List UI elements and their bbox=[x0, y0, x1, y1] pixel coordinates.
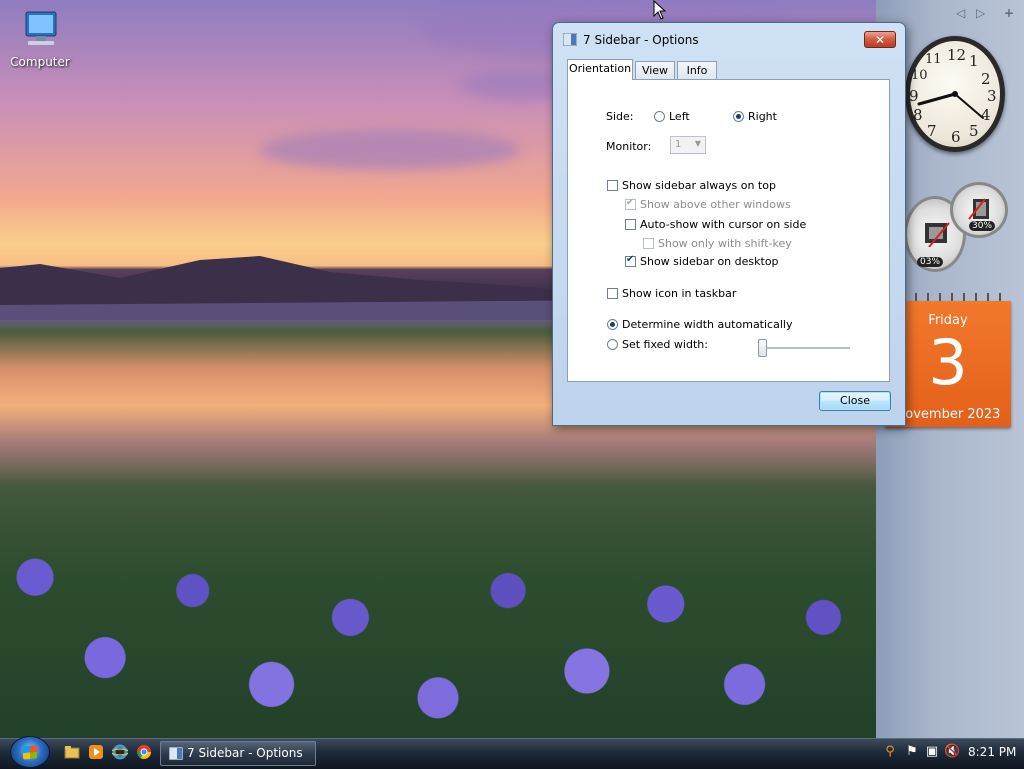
fixed-width-label: Set fixed width: bbox=[622, 338, 708, 351]
tab-label: Info bbox=[686, 64, 708, 77]
auto-show-option[interactable]: Auto-show with cursor on side bbox=[625, 218, 806, 231]
cpu-chip-icon bbox=[925, 222, 950, 247]
side-left-option[interactable]: Left bbox=[654, 110, 690, 123]
tab-label: Orientation bbox=[568, 62, 632, 75]
tab-label: View bbox=[641, 64, 669, 77]
explorer-icon[interactable] bbox=[64, 744, 80, 760]
close-window-button[interactable]: ✕ bbox=[864, 31, 896, 48]
taskbar-icon-option[interactable]: Show icon in taskbar bbox=[607, 287, 736, 300]
fixed-width-radio[interactable] bbox=[607, 339, 618, 350]
above-other-windows-checkbox[interactable] bbox=[625, 197, 636, 210]
computer-icon bbox=[25, 11, 57, 45]
memory-meter-value: 30% bbox=[969, 221, 996, 231]
above-other-windows-label: Show above other windows bbox=[640, 198, 791, 211]
mouse-cursor-icon bbox=[653, 0, 667, 20]
sidebar-prev-icon[interactable]: ◁ bbox=[956, 6, 965, 20]
always-on-top-checkbox[interactable] bbox=[607, 180, 618, 191]
windows-logo-icon bbox=[23, 745, 37, 760]
action-center-icon[interactable]: ⚑ bbox=[904, 744, 920, 760]
side-right-radio[interactable] bbox=[733, 111, 744, 122]
taskbar-icon-checkbox[interactable] bbox=[607, 288, 618, 299]
taskbar-window-button[interactable]: 7 Sidebar - Options bbox=[160, 741, 316, 766]
auto-width-radio[interactable] bbox=[607, 319, 618, 330]
above-other-windows-option[interactable]: Show above other windows bbox=[625, 197, 791, 211]
auto-width-label: Determine width automatically bbox=[622, 318, 793, 331]
shift-key-checkbox[interactable] bbox=[643, 238, 654, 249]
slider-thumb[interactable] bbox=[758, 339, 767, 357]
on-desktop-label: Show sidebar on desktop bbox=[640, 255, 779, 268]
always-on-top-option[interactable]: Show sidebar always on top bbox=[607, 179, 776, 192]
close-button-label: Close bbox=[840, 394, 870, 407]
fixed-width-slider[interactable] bbox=[758, 339, 850, 359]
memory-meter-gadget[interactable]: 30% bbox=[950, 182, 1008, 238]
close-icon: ✕ bbox=[874, 33, 886, 47]
network-icon[interactable]: ▣ bbox=[924, 744, 940, 760]
side-label: Side: bbox=[606, 110, 634, 123]
desktop-icon-computer[interactable]: Computer bbox=[8, 10, 72, 69]
sidebar-add-gadget-icon[interactable]: + bbox=[1004, 6, 1014, 20]
orientation-panel: Side: Left Right Monitor: 1 ▼ Show sideb… bbox=[567, 79, 890, 382]
shift-key-label: Show only with shift-key bbox=[658, 237, 792, 250]
search-icon[interactable]: ⚲ bbox=[882, 744, 898, 760]
wallpaper-flowers bbox=[0, 470, 876, 738]
auto-show-checkbox[interactable] bbox=[625, 219, 636, 230]
clock-gadget[interactable]: 12 1 2 3 4 5 6 7 8 9 10 11 bbox=[903, 32, 1011, 156]
internet-explorer-icon[interactable] bbox=[112, 744, 128, 760]
on-desktop-checkbox[interactable] bbox=[625, 254, 636, 267]
chevron-down-icon: ▼ bbox=[694, 139, 701, 148]
desktop-icon-label: Computer bbox=[10, 55, 70, 69]
dialog-titlebar[interactable]: 7 Sidebar - Options ✕ bbox=[553, 23, 905, 53]
side-right-option[interactable]: Right bbox=[733, 110, 777, 123]
media-player-icon[interactable] bbox=[88, 744, 104, 760]
side-left-radio[interactable] bbox=[654, 111, 665, 122]
auto-show-label: Auto-show with cursor on side bbox=[640, 218, 807, 231]
options-dialog: 7 Sidebar - Options ✕ Orientation View I… bbox=[552, 22, 906, 426]
tab-info[interactable]: Info bbox=[677, 61, 717, 79]
chrome-icon[interactable] bbox=[136, 744, 152, 760]
side-right-label: Right bbox=[748, 110, 777, 123]
taskbar-window-label: 7 Sidebar - Options bbox=[187, 746, 303, 760]
monitor-label: Monitor: bbox=[606, 140, 652, 153]
taskbar-icon-label: Show icon in taskbar bbox=[622, 287, 737, 300]
monitor-select-value: 1 bbox=[675, 139, 682, 150]
tab-orientation[interactable]: Orientation bbox=[567, 59, 633, 80]
on-desktop-option[interactable]: Show sidebar on desktop bbox=[625, 254, 779, 268]
clock-hands bbox=[917, 91, 984, 119]
cpu-meter-value: 03% bbox=[917, 257, 944, 267]
sidebar-next-icon[interactable]: ▷ bbox=[976, 6, 985, 20]
taskbar-clock[interactable]: 8:21 PM bbox=[968, 745, 1016, 759]
wallpaper-cloud bbox=[260, 130, 520, 170]
monitor-select[interactable]: 1 ▼ bbox=[670, 136, 706, 154]
dialog-title: 7 Sidebar - Options bbox=[583, 33, 699, 47]
sidebar-app-icon bbox=[563, 33, 577, 46]
auto-width-option[interactable]: Determine width automatically bbox=[607, 318, 792, 331]
always-on-top-label: Show sidebar always on top bbox=[622, 179, 776, 192]
slider-track bbox=[758, 347, 850, 350]
volume-muted-icon[interactable]: 🔇 bbox=[944, 744, 960, 760]
sidebar-app-icon bbox=[169, 747, 183, 760]
close-button[interactable]: Close bbox=[819, 391, 891, 411]
start-button[interactable] bbox=[10, 736, 50, 768]
taskbar bbox=[0, 738, 1024, 769]
fixed-width-option[interactable]: Set fixed width: bbox=[607, 338, 708, 351]
shift-key-option[interactable]: Show only with shift-key bbox=[643, 237, 792, 250]
tab-view[interactable]: View bbox=[635, 61, 675, 79]
memory-chip-icon bbox=[968, 198, 989, 220]
side-left-label: Left bbox=[669, 110, 690, 123]
